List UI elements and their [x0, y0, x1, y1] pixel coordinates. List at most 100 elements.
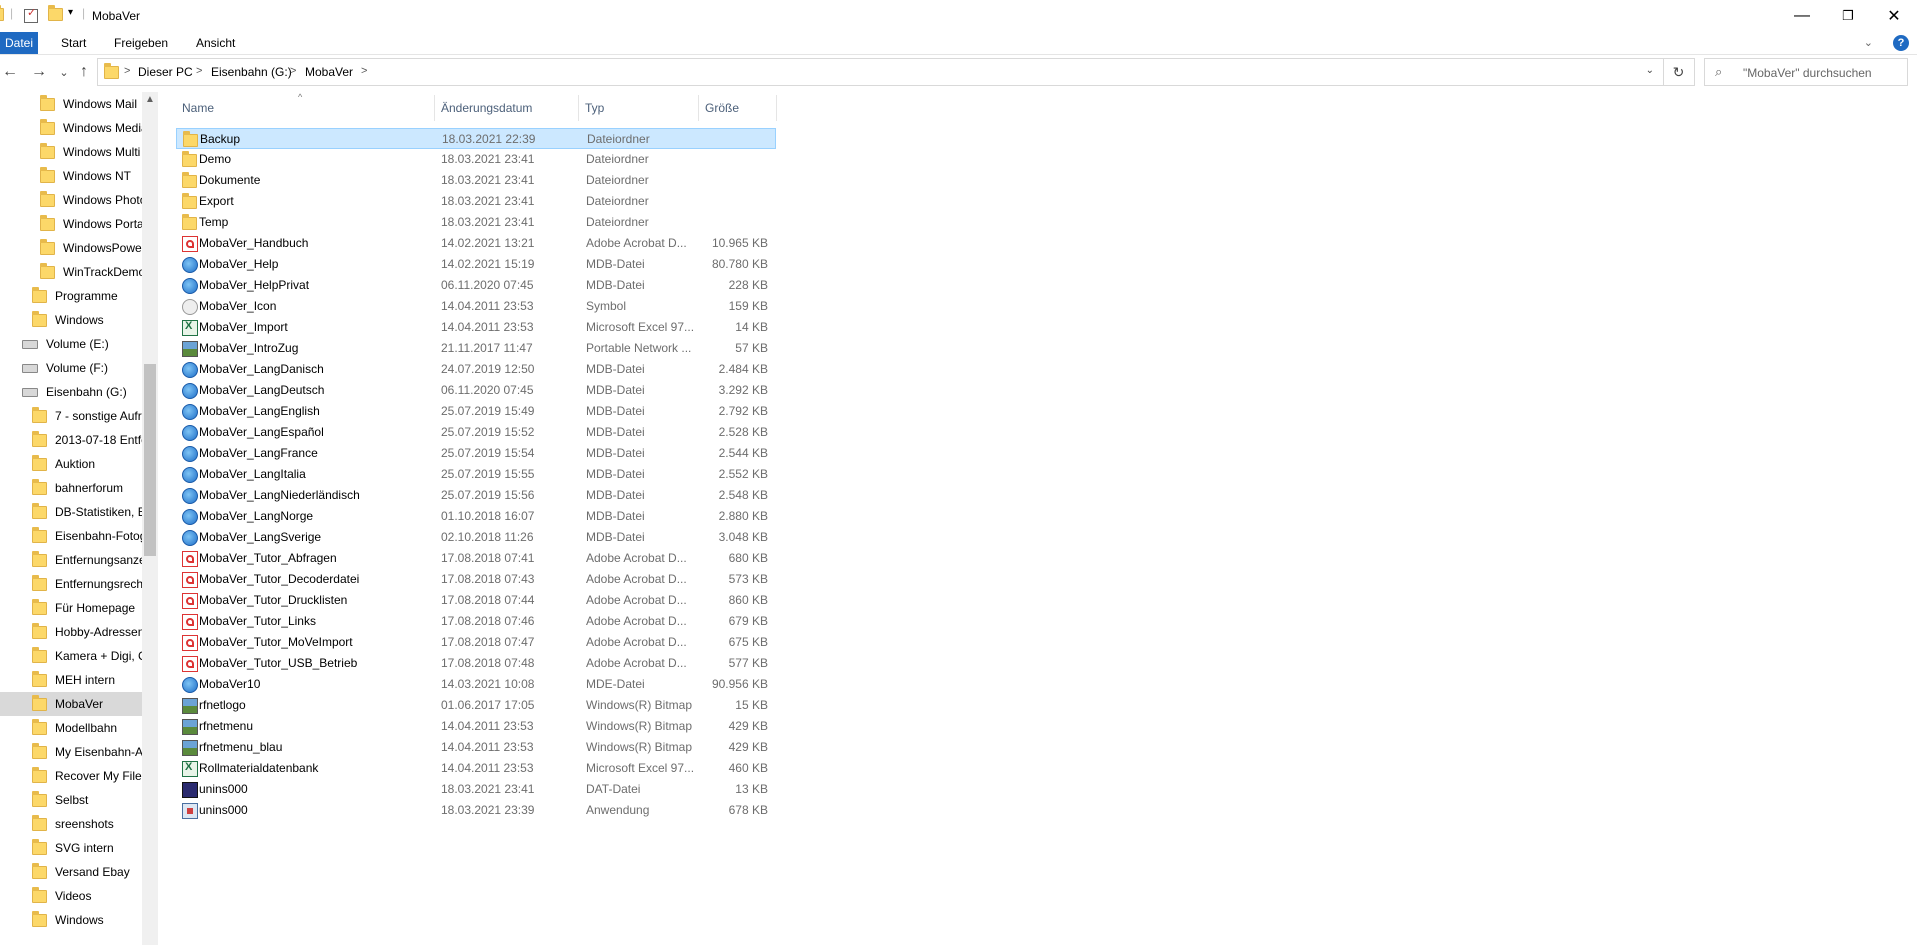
file-row[interactable]: MobaVer_IntroZug 21.11.2017 11:47 Portable… — [176, 338, 776, 359]
breadcrumb-separator[interactable]: > — [361, 65, 367, 77]
nav-item[interactable]: WindowsPower — [0, 236, 142, 260]
column-header-date[interactable]: Änderungsdatum — [435, 92, 578, 124]
file-row[interactable]: MobaVer_LangDanisch 24.07.2019 12:50 MDB-D… — [176, 359, 776, 380]
file-row[interactable]: Rollmaterialdatenbank 14.04.2011 23:53 Mic… — [176, 758, 776, 779]
nav-item[interactable]: My Eisenbahn-A — [0, 740, 142, 764]
file-row[interactable]: Backup 18.03.2021 22:39 Dateiordner — [176, 128, 776, 149]
file-row[interactable]: unins000 18.03.2021 23:41 DAT-Datei 13 KB — [176, 779, 776, 800]
nav-item[interactable]: 2013-07-18 Entfe — [0, 428, 142, 452]
breadcrumb-separator[interactable]: > — [290, 65, 296, 77]
file-row[interactable]: MobaVer_LangSverige 02.10.2018 11:26 MDB-D… — [176, 527, 776, 548]
nav-item[interactable]: Hobby-Adressen — [0, 620, 142, 644]
address-bar[interactable]: > Dieser PC > Eisenbahn (G:) > MobaVer >… — [97, 58, 1695, 86]
help-icon[interactable]: ? — [1893, 35, 1909, 51]
file-row[interactable]: unins000 18.03.2021 23:39 Anwendung 678 KB — [176, 800, 776, 821]
file-row[interactable]: MobaVer_Tutor_Abfragen 17.08.2018 07:41 Ad… — [176, 548, 776, 569]
nav-item[interactable]: Windows Photo — [0, 188, 142, 212]
file-row[interactable]: MobaVer_LangFrance 25.07.2019 15:54 MDB-Da… — [176, 443, 776, 464]
file-row[interactable]: MobaVer10 14.03.2021 10:08 MDE-Datei 90.956… — [176, 674, 776, 695]
address-dropdown-icon[interactable]: ⌄ — [1646, 65, 1654, 76]
quick-access-dropdown-icon[interactable]: ▾ — [68, 7, 73, 23]
nav-item[interactable]: Programme — [0, 284, 142, 308]
nav-item[interactable]: Entfernungsrech — [0, 572, 142, 596]
column-header-type[interactable]: Typ — [579, 92, 699, 124]
refresh-button[interactable]: ↻ — [1663, 58, 1693, 86]
column-header-size[interactable]: Größe — [699, 92, 777, 124]
tab-view[interactable]: Ansicht — [188, 32, 243, 54]
nav-item[interactable]: Windows — [0, 308, 142, 332]
close-button[interactable]: ✕ — [1871, 0, 1917, 32]
file-row[interactable]: Dokumente 18.03.2021 23:41 Dateiordner — [176, 170, 776, 191]
nav-item[interactable]: Auktion — [0, 452, 142, 476]
nav-item[interactable]: MEH intern — [0, 668, 142, 692]
file-row[interactable]: MobaVer_LangItalia 25.07.2019 15:55 MDB-Da… — [176, 464, 776, 485]
breadcrumb-this-pc[interactable]: Dieser PC — [138, 65, 193, 79]
nav-item[interactable]: Windows — [0, 908, 142, 932]
breadcrumb-drive-g[interactable]: Eisenbahn (G:) — [211, 65, 292, 79]
nav-item[interactable]: Selbst — [0, 788, 142, 812]
nav-item[interactable]: Versand Ebay — [0, 860, 142, 884]
file-row[interactable]: MobaVer_Import 14.04.2011 23:53 Microsoft … — [176, 317, 776, 338]
nav-item[interactable]: Windows Porta — [0, 212, 142, 236]
nav-item[interactable]: WinTrackDemo — [0, 260, 142, 284]
tab-file[interactable]: Datei — [0, 32, 38, 54]
forward-button[interactable]: → — [29, 62, 49, 82]
nav-item[interactable]: Entfernungsanze — [0, 548, 142, 572]
file-row[interactable]: MobaVer_Tutor_Links 17.08.2018 07:46 Adobe… — [176, 611, 776, 632]
nav-item[interactable]: Modellbahn — [0, 716, 142, 740]
file-row[interactable]: rfnetmenu_blau 14.04.2011 23:53 Windows(R)… — [176, 737, 776, 758]
nav-item[interactable]: 7 - sonstige Aufr — [0, 404, 142, 428]
up-button[interactable]: ↑ — [74, 62, 94, 82]
restore-button[interactable]: ❐ — [1825, 0, 1871, 32]
file-row[interactable]: Demo 18.03.2021 23:41 Dateiordner — [176, 149, 776, 170]
search-box[interactable]: ⌕ "MobaVer" durchsuchen — [1704, 58, 1908, 86]
nav-item[interactable]: Kamera + Digi, C — [0, 644, 142, 668]
nav-item[interactable]: Volume (F:) — [0, 356, 142, 380]
recent-locations-button[interactable]: ⌄ — [54, 62, 74, 82]
nav-item[interactable]: Windows Mail — [0, 92, 142, 116]
file-row[interactable]: MobaVer_Tutor_MoVeImport 17.08.2018 07:47… — [176, 632, 776, 653]
nav-item[interactable]: sreenshots — [0, 812, 142, 836]
file-row[interactable]: MobaVer_Help 14.02.2021 15:19 MDB-Datei 80.… — [176, 254, 776, 275]
nav-item[interactable]: bahnerforum — [0, 476, 142, 500]
file-row[interactable]: MobaVer_HelpPrivat 06.11.2020 07:45 MDB-Da… — [176, 275, 776, 296]
column-divider[interactable] — [776, 95, 777, 121]
breadcrumb-separator[interactable]: > — [196, 65, 202, 77]
nav-item[interactable]: Recover My Files — [0, 764, 142, 788]
nav-item[interactable]: MobaVer — [0, 692, 142, 716]
nav-item[interactable]: Volume (E:) — [0, 332, 142, 356]
file-row[interactable]: rfnetmenu 14.04.2011 23:53 Windows(R) Bitm… — [176, 716, 776, 737]
file-row[interactable]: MobaVer_LangDeutsch 06.11.2020 07:45 MDB-D… — [176, 380, 776, 401]
column-header-name[interactable]: Name — [176, 92, 434, 124]
file-row[interactable]: MobaVer_Tutor_USB_Betrieb 17.08.2018 07:4… — [176, 653, 776, 674]
expand-ribbon-icon[interactable]: ⌄ — [1864, 36, 1873, 49]
file-row[interactable]: MobaVer_Tutor_Drucklisten 17.08.2018 07:4… — [176, 590, 776, 611]
back-button[interactable]: ← — [0, 62, 20, 82]
nav-item[interactable]: Windows NT — [0, 164, 142, 188]
nav-item[interactable]: Videos — [0, 884, 142, 908]
nav-item[interactable]: Eisenbahn-Fotog — [0, 524, 142, 548]
breadcrumb-mobaver[interactable]: MobaVer — [305, 65, 353, 79]
nav-item[interactable]: Für Homepage — [0, 596, 142, 620]
file-row[interactable]: Export 18.03.2021 23:41 Dateiordner — [176, 191, 776, 212]
nav-item[interactable]: Eisenbahn (G:) — [0, 380, 142, 404]
file-row[interactable]: MobaVer_Tutor_Decoderdatei 17.08.2018 07:… — [176, 569, 776, 590]
file-row[interactable]: MobaVer_Handbuch 14.02.2021 13:21 Adobe Ac… — [176, 233, 776, 254]
file-row[interactable]: Temp 18.03.2021 23:41 Dateiordner — [176, 212, 776, 233]
tab-start[interactable]: Start — [53, 32, 94, 54]
file-row[interactable]: MobaVer_LangNorge 01.10.2018 16:07 MDB-Dat… — [176, 506, 776, 527]
new-folder-icon[interactable] — [48, 5, 63, 24]
search-input[interactable]: "MobaVer" durchsuchen — [1743, 66, 1872, 80]
file-row[interactable]: MobaVer_Icon 14.04.2011 23:53 Symbol 159 KB — [176, 296, 776, 317]
nav-item[interactable]: SVG intern — [0, 836, 142, 860]
nav-item[interactable]: Windows Multi — [0, 140, 142, 164]
file-row[interactable]: MobaVer_LangNiederländisch 25.07.2019 15:… — [176, 485, 776, 506]
breadcrumb-separator[interactable]: > — [124, 65, 130, 77]
tab-share[interactable]: Freigeben — [106, 32, 176, 54]
nav-scrollbar[interactable]: ▲ — [142, 92, 158, 945]
file-row[interactable]: MobaVer_LangEspañol 25.07.2019 15:52 MDB-D… — [176, 422, 776, 443]
file-row[interactable]: rfnetlogo 01.06.2017 17:05 Windows(R) Bitm… — [176, 695, 776, 716]
scrollbar-thumb[interactable] — [144, 364, 156, 556]
nav-item[interactable]: DB-Statistiken, El — [0, 500, 142, 524]
minimize-button[interactable]: — — [1779, 0, 1825, 32]
